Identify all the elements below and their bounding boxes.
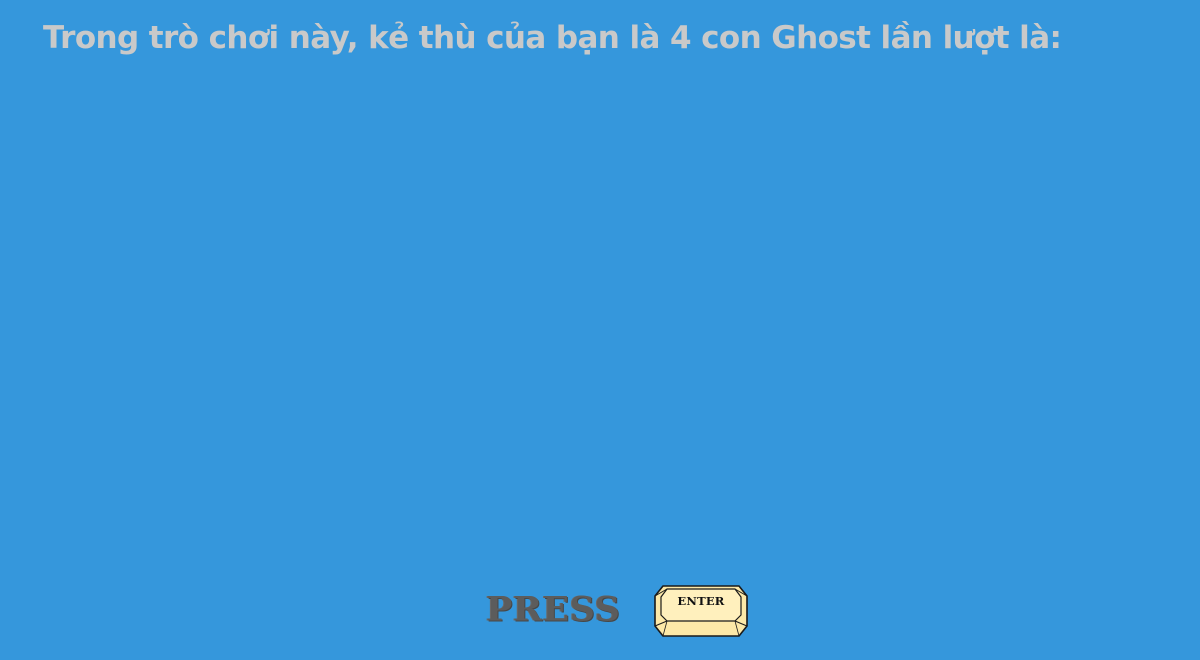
keyboard-key-icon bbox=[654, 585, 748, 637]
game-intro-screen: Trong trò chơi này, kẻ thù của bạn là 4 … bbox=[0, 0, 1200, 660]
enemy-intro-text: Trong trò chơi này, kẻ thù của bạn là 4 … bbox=[43, 20, 1062, 56]
press-label: PRESS bbox=[486, 590, 621, 629]
enter-key-label: ENTER bbox=[677, 594, 725, 608]
press-enter-prompt: PRESS ENTER bbox=[486, 584, 756, 644]
enter-key-button[interactable]: ENTER bbox=[653, 584, 749, 638]
